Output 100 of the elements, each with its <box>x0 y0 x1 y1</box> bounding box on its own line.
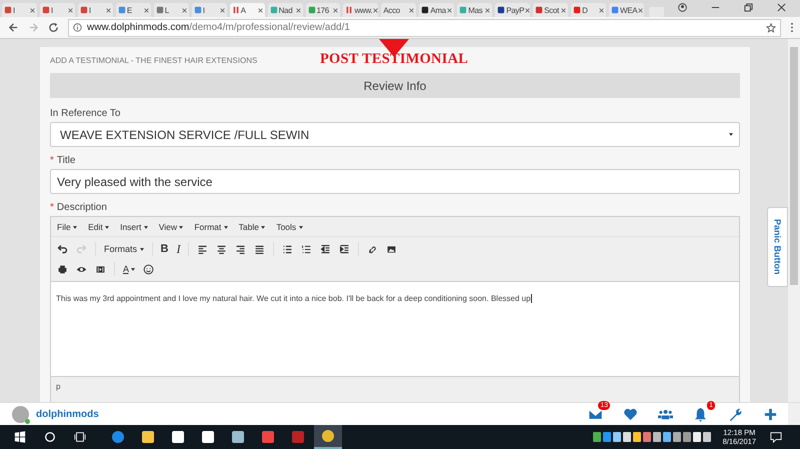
browser-tab[interactable]: www. <box>343 3 378 17</box>
text-color-button[interactable]: A <box>123 264 136 274</box>
tab-title: WEA <box>620 6 638 14</box>
justify-icon[interactable] <box>254 244 266 254</box>
reload-icon[interactable] <box>48 22 59 33</box>
editor-menu[interactable]: Edit <box>88 222 110 232</box>
browser-tab[interactable]: I <box>78 3 113 17</box>
browser-tab[interactable]: PayP <box>495 3 530 17</box>
reference-dropdown[interactable]: WEAVE EXTENSION SERVICE /FULL SEWIN <box>50 122 740 147</box>
bookmark-star-icon[interactable] <box>766 22 776 32</box>
indent-icon[interactable] <box>339 244 350 254</box>
editor-menu[interactable]: Insert <box>120 222 148 232</box>
close-icon[interactable] <box>777 2 786 12</box>
close-icon[interactable] <box>525 8 530 12</box>
tab-title: L <box>164 6 170 14</box>
tab-title: I <box>50 6 54 14</box>
caret-icon <box>298 226 303 229</box>
favicon-icon <box>156 6 164 14</box>
favicon-icon <box>611 6 619 14</box>
browser-tab[interactable]: Scot <box>533 3 568 17</box>
browser-tab[interactable]: 176 <box>306 3 340 17</box>
close-icon[interactable] <box>68 8 73 12</box>
undo-icon[interactable] <box>57 244 68 254</box>
align-right-icon[interactable] <box>235 244 246 254</box>
browser-tab[interactable]: A <box>230 3 265 17</box>
browser-tab[interactable]: Acco <box>381 3 416 17</box>
emoticon-icon[interactable] <box>143 264 154 274</box>
browser-tab[interactable]: WEA <box>609 3 644 17</box>
tab-title: www. <box>354 6 372 14</box>
browser-tab[interactable]: I <box>2 3 37 17</box>
close-icon[interactable] <box>409 8 414 12</box>
close-icon[interactable] <box>333 8 338 12</box>
back-icon[interactable] <box>8 22 19 33</box>
close-icon[interactable] <box>485 8 490 12</box>
align-left-icon[interactable] <box>197 244 208 254</box>
bold-button[interactable]: B <box>160 243 168 255</box>
browser-tab[interactable]: Mas <box>457 3 492 17</box>
browser-tab[interactable]: Nad <box>268 3 302 17</box>
annotation-text: POST TESTIMONIAL <box>320 51 468 68</box>
task-view-icon[interactable] <box>74 431 86 443</box>
address-bar[interactable]: www.dolphinmods.com/demo4/m/professional/review/add/1 <box>68 18 781 36</box>
caret-icon <box>261 226 266 229</box>
username-link[interactable]: dolphinmods <box>36 408 99 420</box>
close-icon[interactable] <box>638 8 644 12</box>
browser-tab[interactable]: E <box>116 3 151 17</box>
avatar[interactable] <box>12 406 29 422</box>
editor-menu[interactable]: File <box>57 222 78 232</box>
close-icon[interactable] <box>30 8 35 12</box>
restore-icon[interactable] <box>744 2 753 12</box>
close-icon[interactable] <box>599 8 604 12</box>
wrench-icon[interactable] <box>728 406 743 422</box>
tab-title: Mas <box>468 6 484 14</box>
link-icon[interactable] <box>367 244 378 254</box>
menu-icon[interactable] <box>790 22 794 33</box>
close-icon[interactable] <box>258 8 263 12</box>
bell-icon[interactable] <box>693 406 708 422</box>
browser-tab[interactable]: D <box>571 3 606 17</box>
tab-title: I <box>88 6 92 14</box>
panic-button[interactable]: Panic Button <box>767 207 788 287</box>
print-icon[interactable] <box>57 264 68 274</box>
browser-tab[interactable]: Ama <box>419 3 454 17</box>
browser-tab[interactable]: I <box>40 3 75 17</box>
browser-tab[interactable]: L <box>154 3 189 17</box>
formats-dropdown[interactable]: Formats <box>104 244 144 254</box>
media-icon[interactable] <box>95 264 106 274</box>
heart-icon[interactable] <box>623 406 638 422</box>
close-icon[interactable] <box>561 8 566 12</box>
close-icon[interactable] <box>373 8 378 12</box>
description-text-area[interactable]: This was my 3rd appointment and I love my natural hair. We cut it into a nice bob. I'll be back for a deep conditioning soon. Blessed up <box>51 282 739 376</box>
scrollbar-thumb[interactable] <box>790 47 798 285</box>
favicon-icon <box>80 6 88 14</box>
bullets-icon[interactable] <box>282 244 294 254</box>
close-icon[interactable] <box>296 8 300 12</box>
caret-icon <box>105 226 110 229</box>
outdent-icon[interactable] <box>320 244 332 254</box>
title-input[interactable]: Very pleased with the service <box>50 169 740 194</box>
profile-icon[interactable] <box>678 2 687 12</box>
close-icon[interactable] <box>447 8 452 12</box>
notification-icon[interactable] <box>770 431 782 443</box>
image-icon[interactable] <box>386 244 398 254</box>
favicon-icon <box>4 6 12 14</box>
search-icon[interactable] <box>44 431 56 443</box>
tab-title: Acco <box>383 6 401 14</box>
italic-button[interactable]: I <box>176 242 180 256</box>
required-marker: * <box>50 155 54 166</box>
browser-tab[interactable]: I <box>192 3 227 17</box>
align-center-icon[interactable] <box>216 244 228 254</box>
favicon-icon <box>421 6 430 14</box>
windows-start-icon[interactable] <box>14 431 26 443</box>
editor-menu[interactable]: Table <box>238 222 266 232</box>
favicon-icon <box>42 6 50 14</box>
close-icon[interactable] <box>106 8 111 12</box>
plus-icon[interactable] <box>763 406 778 422</box>
editor-menu[interactable]: View <box>158 222 184 232</box>
close-icon[interactable] <box>182 8 187 12</box>
close-icon[interactable] <box>220 8 225 12</box>
close-icon[interactable] <box>144 8 149 12</box>
editor-menu[interactable]: Tools <box>276 222 303 232</box>
numbers-icon[interactable] <box>301 244 312 254</box>
editor-menu[interactable]: Format <box>194 222 228 232</box>
